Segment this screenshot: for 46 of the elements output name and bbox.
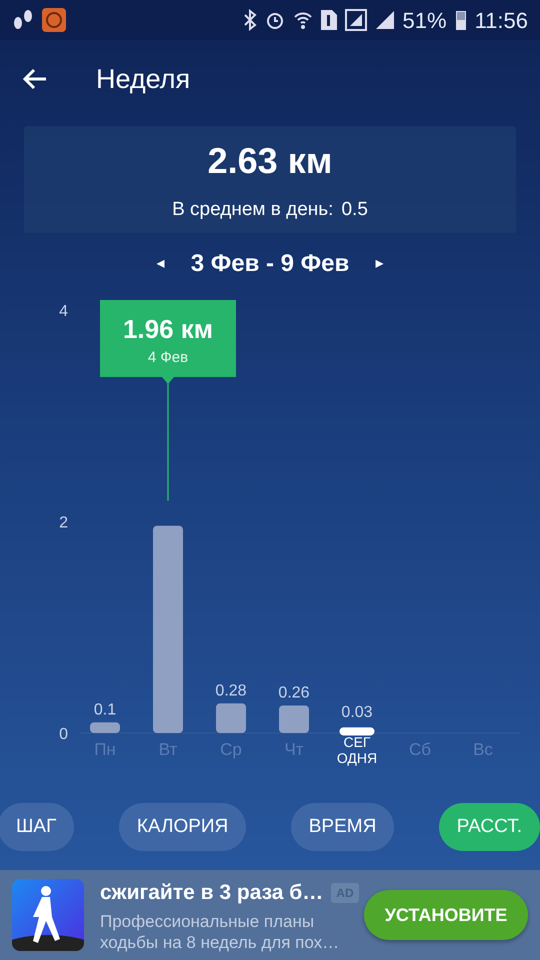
signal-icon xyxy=(374,10,395,30)
average-label: В среднем в день: xyxy=(172,198,334,222)
day-label: Ср xyxy=(220,740,242,759)
day-label: Чт xyxy=(284,740,304,759)
install-button[interactable]: УСТАНОВИТЕ xyxy=(364,890,528,940)
week-range: 3 Фев - 9 Фев xyxy=(190,249,350,279)
value-label: 0.28 xyxy=(215,682,247,700)
tooltip-date: 4 Фев xyxy=(148,349,188,366)
ad-description: Профессиональные планы ходьбы на 8 недель для пох… xyxy=(100,912,340,954)
back-arrow-icon xyxy=(22,67,48,91)
previous-week-button[interactable]: ◂ xyxy=(138,252,183,276)
battery-percent: 51% xyxy=(402,6,447,34)
day-label: Пн xyxy=(94,740,116,759)
metric-tab[interactable]: ШАГ xyxy=(0,803,74,851)
sim-card-icon xyxy=(320,10,337,30)
battery-icon xyxy=(454,9,467,31)
average-value: 0.5 xyxy=(341,198,368,222)
chart-bar xyxy=(216,703,246,733)
day-label: СЕГ ОДНЯ xyxy=(336,734,378,766)
app-icon xyxy=(42,8,66,32)
day-label: Вс xyxy=(473,740,493,759)
value-label: 0.1 xyxy=(94,701,116,718)
metric-tab[interactable]: КАЛОРИЯ xyxy=(118,803,246,851)
tooltip-value: 1.96 км xyxy=(122,314,214,344)
app-logo-icon xyxy=(12,879,84,951)
wifi-icon xyxy=(292,10,313,30)
next-week-button[interactable]: ▸ xyxy=(357,252,402,276)
chart-bar xyxy=(90,722,120,733)
signal-icon xyxy=(344,9,367,31)
value-label: 0.26 xyxy=(278,684,310,702)
day-label: Вт xyxy=(158,740,178,759)
chart-bar xyxy=(340,727,374,736)
chart-bar xyxy=(279,706,309,733)
day-label: Сб xyxy=(409,740,431,759)
axis-tick-label: 0 xyxy=(59,726,68,743)
axis-tick-label: 4 xyxy=(59,303,68,320)
total-distance: 2.63 км xyxy=(208,139,332,184)
value-label: 0.03 xyxy=(341,704,373,721)
footprints-icon xyxy=(12,9,34,31)
alarm-icon xyxy=(264,10,285,30)
axis-tick-label: 2 xyxy=(59,514,68,532)
clock-time: 11:56 xyxy=(474,6,528,34)
metric-tab[interactable]: ВРЕМЯ xyxy=(290,803,394,851)
screen-title: Неделя xyxy=(96,62,190,96)
bluetooth-icon xyxy=(242,9,257,31)
ad-title: сжигайте в 3 раза б… xyxy=(100,880,324,906)
